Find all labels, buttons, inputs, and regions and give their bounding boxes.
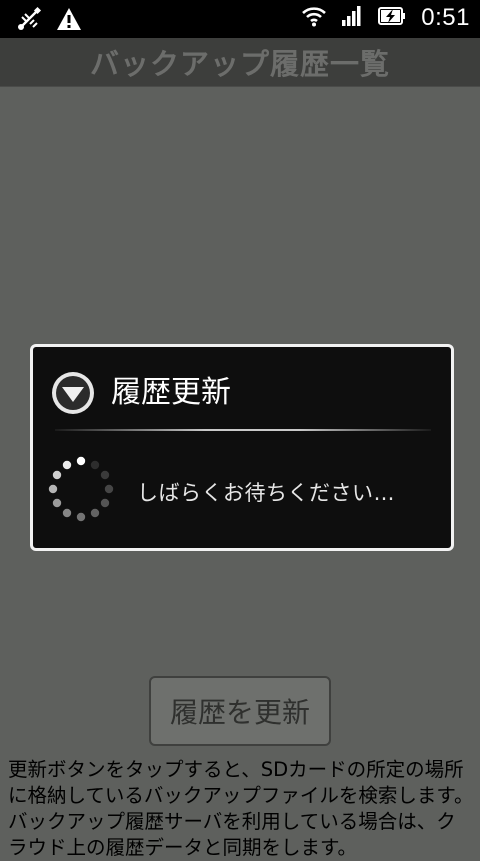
title-bar: バックアップ履歴一覧 (0, 38, 480, 87)
page-title: バックアップ履歴一覧 (89, 47, 390, 81)
dialog-title: 履歴更新 (111, 375, 231, 410)
description-text: 更新ボタンをタップすると、SDカードの所定の場所に格納しているバックアップファイ… (8, 758, 474, 859)
loading-spinner-icon (45, 453, 117, 525)
progress-dialog: 履歴更新 しばらくお待ちください… (30, 344, 454, 551)
status-bar-right: 0:51 (301, 4, 470, 32)
status-time: 0:51 (421, 4, 470, 31)
dropdown-circle-icon (49, 369, 97, 417)
status-bar-left (16, 6, 82, 36)
wifi-icon (301, 5, 327, 31)
refresh-history-button[interactable]: 履歴を更新 (149, 676, 331, 746)
status-bar: 0:51 (0, 0, 480, 38)
dialog-message: しばらくお待ちください… (137, 481, 395, 505)
dialog-divider (55, 429, 431, 431)
battery-charging-icon (377, 5, 407, 31)
signal-icon (341, 5, 363, 31)
warning-icon (56, 7, 82, 35)
usb-debug-icon (16, 6, 42, 36)
